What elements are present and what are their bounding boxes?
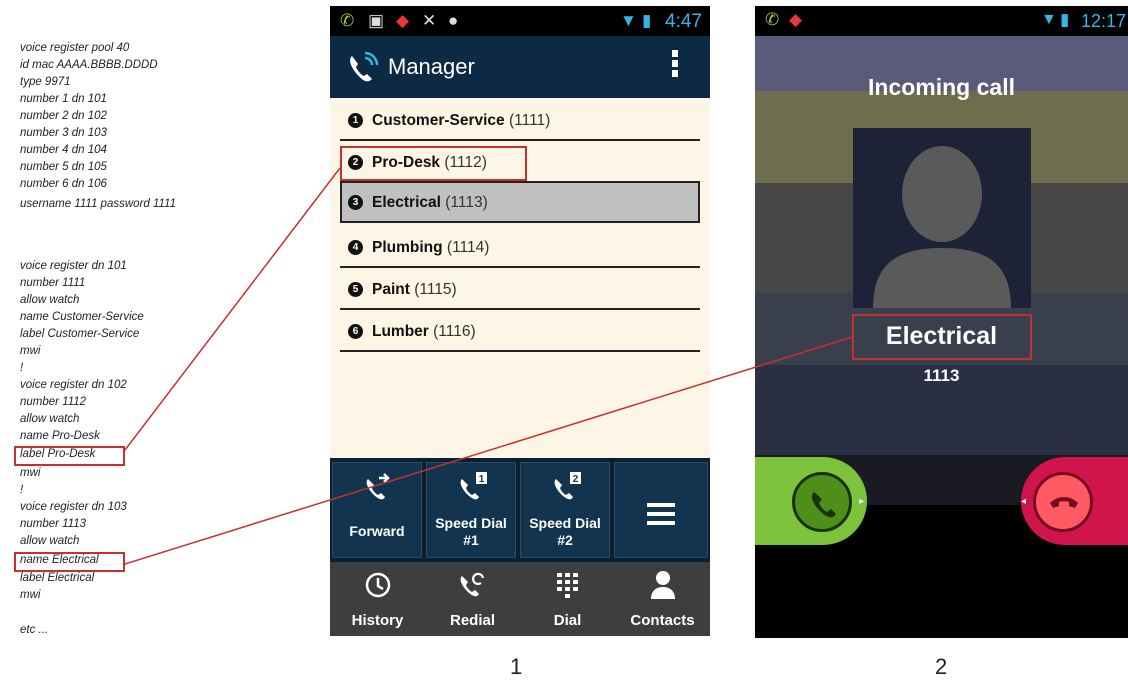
connector-line bbox=[124, 336, 853, 565]
figure-label-1: 1 bbox=[510, 654, 523, 679]
connector-lines bbox=[124, 167, 853, 565]
connector-line bbox=[124, 167, 341, 451]
figure-label-2: 2 bbox=[935, 654, 948, 679]
